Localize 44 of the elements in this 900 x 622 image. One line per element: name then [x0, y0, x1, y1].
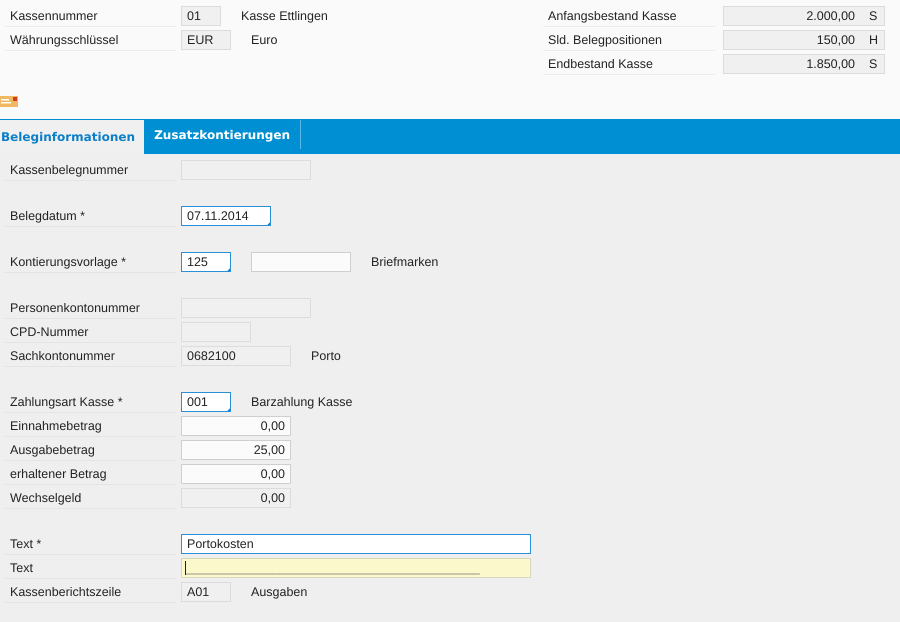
- input-field[interactable]: Portokosten: [181, 534, 531, 554]
- field-label: Wechselgeld: [5, 486, 176, 508]
- field-description: Porto: [311, 348, 341, 362]
- field-label: Kontierungsvorlage *: [5, 250, 176, 272]
- field-label: erhaltener Betrag: [5, 462, 176, 484]
- display-field: 0,00: [181, 488, 291, 508]
- tab[interactable]: Beleginformationen: [0, 120, 144, 154]
- display-field: 1.850,00 S: [723, 54, 885, 74]
- input-field[interactable]: 125: [181, 252, 231, 272]
- envelope-icon[interactable]: [0, 95, 18, 107]
- field-description: Euro: [251, 32, 278, 46]
- field-description: Ausgaben: [251, 584, 308, 598]
- display-field: 150,00 H: [723, 30, 885, 50]
- field-label: Text *: [5, 532, 176, 554]
- display-field: A01: [181, 582, 231, 602]
- field-label: Anfangsbestand Kasse: [543, 4, 715, 26]
- field-label: CPD-Nummer: [5, 320, 176, 342]
- field-description: Kasse Ettlingen: [241, 8, 328, 22]
- field-label: Kassennummer: [5, 4, 176, 26]
- field-label: Ausgabebetrag: [5, 438, 176, 460]
- field-label: Belegdatum *: [5, 204, 176, 226]
- field-description: Barzahlung Kasse: [251, 394, 352, 408]
- field-label: Kassenberichtszeile: [5, 580, 176, 602]
- field-label: Kassenbelegnummer: [5, 158, 176, 180]
- input-field[interactable]: [251, 252, 351, 272]
- display-field: 01: [181, 6, 221, 26]
- field-label: Sachkontonummer: [5, 344, 176, 366]
- field-label: Währungsschlüssel: [5, 28, 176, 50]
- input-field[interactable]: 0,00: [181, 464, 291, 484]
- field-description: Briefmarken: [371, 254, 438, 268]
- input-field[interactable]: 25,00: [181, 440, 291, 460]
- display-field: 2.000,00 S: [723, 6, 885, 26]
- tab[interactable]: Zusatzkontierungen: [144, 120, 302, 149]
- display-field: 0682100: [181, 346, 291, 366]
- input-field[interactable]: 0,00: [181, 416, 291, 436]
- field-label: Text: [5, 556, 176, 578]
- input-field[interactable]: 001: [181, 392, 231, 412]
- field-label: Personenkontonummer: [5, 296, 176, 318]
- field-label: Sld. Belegpositionen: [543, 28, 715, 50]
- field-label: Zahlungsart Kasse *: [5, 390, 176, 412]
- input-field[interactable]: ____________________________________________: [181, 558, 531, 578]
- field-label: Einnahmebetrag: [5, 414, 176, 436]
- display-field: EUR: [181, 30, 231, 50]
- input-field[interactable]: 07.11.2014: [181, 206, 271, 226]
